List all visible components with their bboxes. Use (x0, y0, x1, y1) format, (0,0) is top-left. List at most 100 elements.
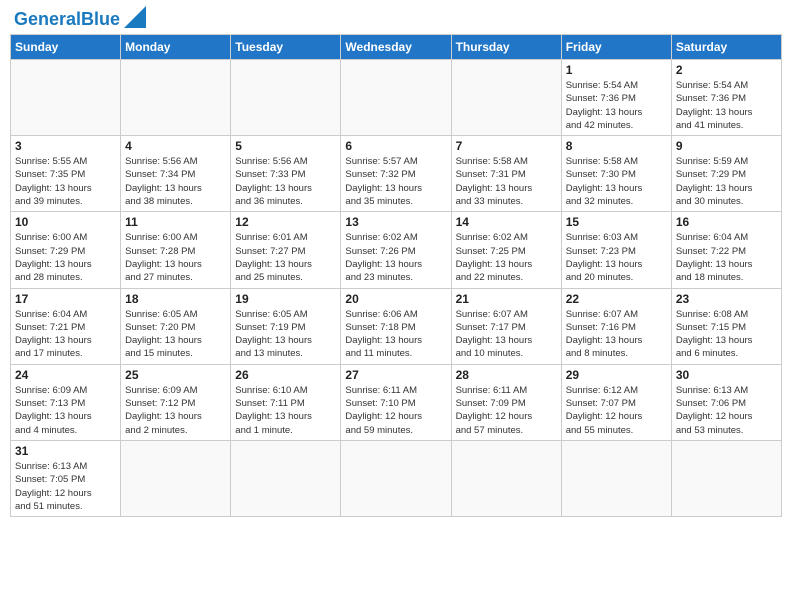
calendar-cell: 11Sunrise: 6:00 AM Sunset: 7:28 PM Dayli… (121, 212, 231, 288)
day-info: Sunrise: 5:54 AM Sunset: 7:36 PM Dayligh… (566, 79, 667, 132)
calendar-cell: 7 Sunrise: 5:58 AM Sunset: 7:31 PM Daylig… (451, 136, 561, 212)
day-number: 2 (676, 63, 777, 77)
day-info: Sunrise: 5:57 AM Sunset: 7:32 PM Dayligh… (345, 155, 446, 208)
day-number: 30 (676, 368, 777, 382)
calendar-cell: 12Sunrise: 6:01 AM Sunset: 7:27 PM Dayli… (231, 212, 341, 288)
day-number: 5 (235, 139, 336, 153)
day-number: 17 (15, 292, 116, 306)
calendar-cell: 27Sunrise: 6:11 AM Sunset: 7:10 PM Dayli… (341, 364, 451, 440)
day-number: 1 (566, 63, 667, 77)
calendar-cell: 8 Sunrise: 5:58 AM Sunset: 7:30 PM Daylig… (561, 136, 671, 212)
calendar-cell (451, 60, 561, 136)
logo-text: GeneralBlue (14, 10, 120, 28)
calendar-cell: 17 Sunrise: 6:04 AM Sunset: 7:21 PM Dayli… (11, 288, 121, 364)
day-info: Sunrise: 6:09 AM Sunset: 7:12 PM Dayligh… (125, 384, 226, 437)
week-row-1: 1 Sunrise: 5:54 AM Sunset: 7:36 PM Daylig… (11, 60, 782, 136)
week-row-6: 31Sunrise: 6:13 AM Sunset: 7:05 PM Dayli… (11, 440, 782, 516)
day-info: Sunrise: 6:07 AM Sunset: 7:16 PM Dayligh… (566, 308, 667, 361)
calendar-cell: 3 Sunrise: 5:55 AM Sunset: 7:35 PM Daylig… (11, 136, 121, 212)
calendar-cell: 6 Sunrise: 5:57 AM Sunset: 7:32 PM Daylig… (341, 136, 451, 212)
calendar-cell: 26 Sunrise: 6:10 AM Sunset: 7:11 PM Dayli… (231, 364, 341, 440)
weekday-header-sunday: Sunday (11, 35, 121, 60)
day-info: Sunrise: 6:01 AM Sunset: 7:27 PM Dayligh… (235, 231, 336, 284)
day-number: 9 (676, 139, 777, 153)
calendar-cell: 15 Sunrise: 6:03 AM Sunset: 7:23 PM Dayli… (561, 212, 671, 288)
day-number: 3 (15, 139, 116, 153)
day-info: Sunrise: 6:05 AM Sunset: 7:19 PM Dayligh… (235, 308, 336, 361)
day-info: Sunrise: 6:03 AM Sunset: 7:23 PM Dayligh… (566, 231, 667, 284)
day-info: Sunrise: 6:12 AM Sunset: 7:07 PM Dayligh… (566, 384, 667, 437)
day-info: Sunrise: 6:11 AM Sunset: 7:10 PM Dayligh… (345, 384, 446, 437)
day-number: 21 (456, 292, 557, 306)
calendar-cell: 10Sunrise: 6:00 AM Sunset: 7:29 PM Dayli… (11, 212, 121, 288)
day-info: Sunrise: 6:10 AM Sunset: 7:11 PM Dayligh… (235, 384, 336, 437)
day-number: 13 (345, 215, 446, 229)
day-number: 22 (566, 292, 667, 306)
day-number: 15 (566, 215, 667, 229)
calendar-cell (121, 440, 231, 516)
day-number: 29 (566, 368, 667, 382)
weekday-header-wednesday: Wednesday (341, 35, 451, 60)
calendar-cell: 18 Sunrise: 6:05 AM Sunset: 7:20 PM Dayli… (121, 288, 231, 364)
day-number: 20 (345, 292, 446, 306)
calendar-cell: 13Sunrise: 6:02 AM Sunset: 7:26 PM Dayli… (341, 212, 451, 288)
day-info: Sunrise: 6:09 AM Sunset: 7:13 PM Dayligh… (15, 384, 116, 437)
day-number: 26 (235, 368, 336, 382)
day-number: 28 (456, 368, 557, 382)
week-row-5: 24 Sunrise: 6:09 AM Sunset: 7:13 PM Dayli… (11, 364, 782, 440)
calendar-cell: 4 Sunrise: 5:56 AM Sunset: 7:34 PM Daylig… (121, 136, 231, 212)
day-info: Sunrise: 6:00 AM Sunset: 7:29 PM Dayligh… (15, 231, 116, 284)
day-info: Sunrise: 5:58 AM Sunset: 7:30 PM Dayligh… (566, 155, 667, 208)
day-number: 4 (125, 139, 226, 153)
calendar-cell (231, 440, 341, 516)
day-info: Sunrise: 5:55 AM Sunset: 7:35 PM Dayligh… (15, 155, 116, 208)
day-info: Sunrise: 5:59 AM Sunset: 7:29 PM Dayligh… (676, 155, 777, 208)
calendar-cell: 21 Sunrise: 6:07 AM Sunset: 7:17 PM Dayli… (451, 288, 561, 364)
weekday-header-thursday: Thursday (451, 35, 561, 60)
week-row-2: 3 Sunrise: 5:55 AM Sunset: 7:35 PM Daylig… (11, 136, 782, 212)
day-info: Sunrise: 6:08 AM Sunset: 7:15 PM Dayligh… (676, 308, 777, 361)
header: GeneralBlue (10, 10, 782, 28)
calendar-cell: 22 Sunrise: 6:07 AM Sunset: 7:16 PM Dayli… (561, 288, 671, 364)
logo-icon (124, 6, 146, 28)
day-info: Sunrise: 5:58 AM Sunset: 7:31 PM Dayligh… (456, 155, 557, 208)
day-number: 31 (15, 444, 116, 458)
calendar-cell: 1 Sunrise: 5:54 AM Sunset: 7:36 PM Daylig… (561, 60, 671, 136)
calendar-cell: 2 Sunrise: 5:54 AM Sunset: 7:36 PM Daylig… (671, 60, 781, 136)
week-row-3: 10Sunrise: 6:00 AM Sunset: 7:29 PM Dayli… (11, 212, 782, 288)
day-info: Sunrise: 5:56 AM Sunset: 7:33 PM Dayligh… (235, 155, 336, 208)
day-number: 7 (456, 139, 557, 153)
calendar-cell: 16Sunrise: 6:04 AM Sunset: 7:22 PM Dayli… (671, 212, 781, 288)
calendar-cell: 25Sunrise: 6:09 AM Sunset: 7:12 PM Dayli… (121, 364, 231, 440)
day-info: Sunrise: 6:04 AM Sunset: 7:22 PM Dayligh… (676, 231, 777, 284)
calendar-cell: 19Sunrise: 6:05 AM Sunset: 7:19 PM Dayli… (231, 288, 341, 364)
calendar-cell: 30 Sunrise: 6:13 AM Sunset: 7:06 PM Dayli… (671, 364, 781, 440)
day-info: Sunrise: 6:02 AM Sunset: 7:25 PM Dayligh… (456, 231, 557, 284)
calendar-cell (561, 440, 671, 516)
day-info: Sunrise: 5:56 AM Sunset: 7:34 PM Dayligh… (125, 155, 226, 208)
calendar-cell: 5 Sunrise: 5:56 AM Sunset: 7:33 PM Daylig… (231, 136, 341, 212)
calendar-cell: 28 Sunrise: 6:11 AM Sunset: 7:09 PM Dayli… (451, 364, 561, 440)
day-info: Sunrise: 6:13 AM Sunset: 7:06 PM Dayligh… (676, 384, 777, 437)
day-info: Sunrise: 6:11 AM Sunset: 7:09 PM Dayligh… (456, 384, 557, 437)
day-number: 23 (676, 292, 777, 306)
calendar-cell: 20Sunrise: 6:06 AM Sunset: 7:18 PM Dayli… (341, 288, 451, 364)
day-info: Sunrise: 6:07 AM Sunset: 7:17 PM Dayligh… (456, 308, 557, 361)
week-row-4: 17 Sunrise: 6:04 AM Sunset: 7:21 PM Dayli… (11, 288, 782, 364)
calendar-cell: 24 Sunrise: 6:09 AM Sunset: 7:13 PM Dayli… (11, 364, 121, 440)
day-info: Sunrise: 5:54 AM Sunset: 7:36 PM Dayligh… (676, 79, 777, 132)
calendar-cell (121, 60, 231, 136)
day-number: 24 (15, 368, 116, 382)
day-info: Sunrise: 6:00 AM Sunset: 7:28 PM Dayligh… (125, 231, 226, 284)
calendar-cell (11, 60, 121, 136)
calendar-cell (341, 60, 451, 136)
day-info: Sunrise: 6:05 AM Sunset: 7:20 PM Dayligh… (125, 308, 226, 361)
day-info: Sunrise: 6:04 AM Sunset: 7:21 PM Dayligh… (15, 308, 116, 361)
calendar-cell: 31Sunrise: 6:13 AM Sunset: 7:05 PM Dayli… (11, 440, 121, 516)
weekday-header-friday: Friday (561, 35, 671, 60)
weekday-header-saturday: Saturday (671, 35, 781, 60)
day-number: 8 (566, 139, 667, 153)
calendar-cell (231, 60, 341, 136)
day-number: 6 (345, 139, 446, 153)
day-number: 18 (125, 292, 226, 306)
